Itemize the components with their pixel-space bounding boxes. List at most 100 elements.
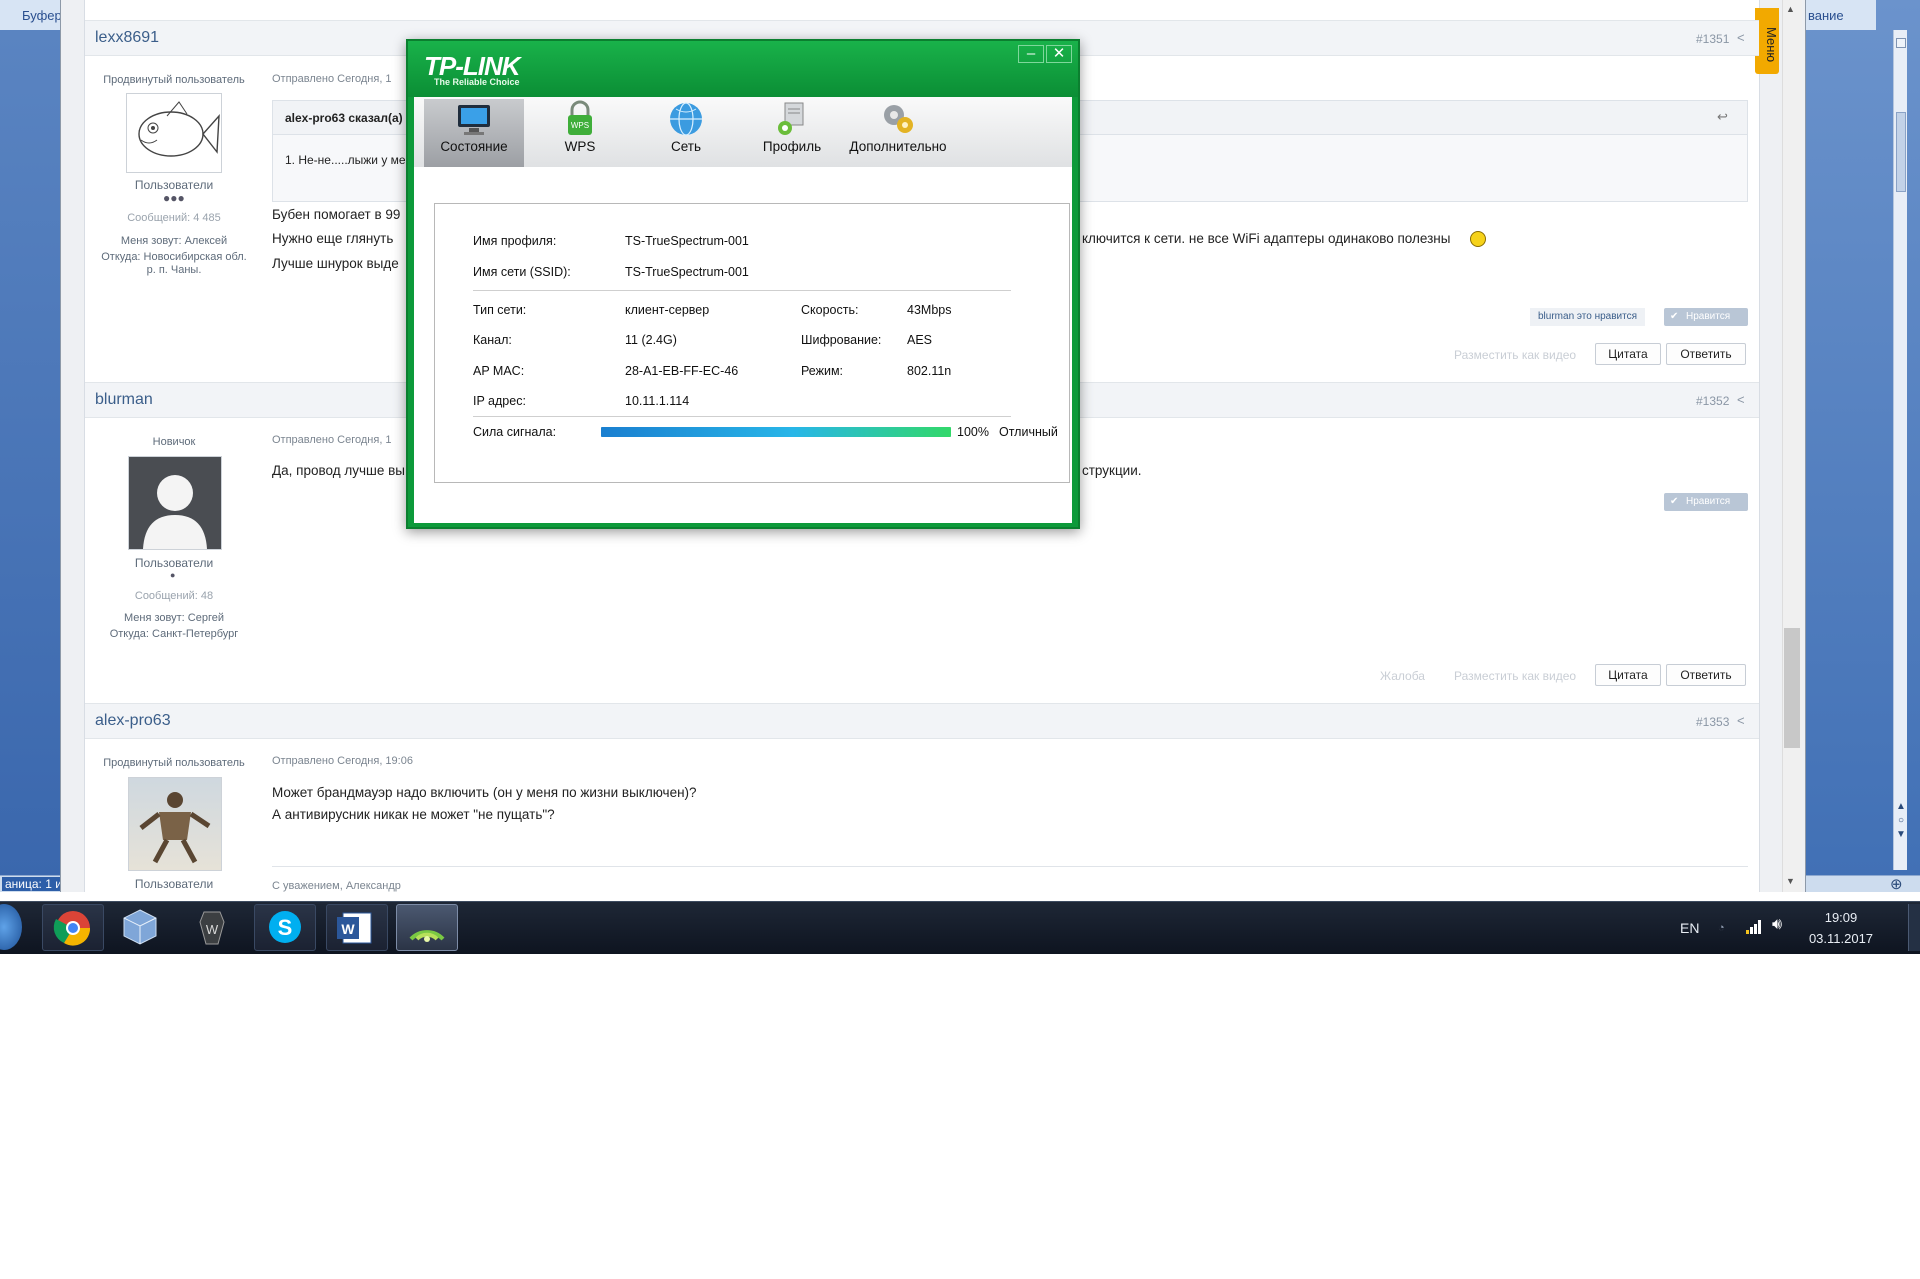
avatar[interactable] [128,456,222,550]
user-title: Продвинутый пользователь [103,74,245,86]
taskbar-virtualbox[interactable] [110,904,172,951]
user-title: Продвинутый пользователь [103,757,245,769]
browser-scrollbar[interactable] [1782,0,1802,892]
user-location: Откуда: Санкт-Петербург [109,628,239,640]
ap-mac-label: AP MAC: [473,364,525,378]
svg-text:W: W [341,921,355,937]
speed-label: Скорость: [801,303,859,317]
post-number[interactable]: #1352 [1696,394,1729,408]
rank-dots: ●●● [163,191,185,205]
tab-advanced-label: Дополнительно [849,139,947,154]
tplink-utility-window: TP-LINK The Reliable Choice – ✕ Состояни… [406,39,1080,529]
user-name-field: Меня зовут: Алексей [120,235,228,247]
like-button-label: Нравится [1686,311,1731,322]
post-date[interactable]: Отправлено Сегодня, 1 [272,73,392,85]
tplink-tagline: The Reliable Choice [434,77,520,87]
ruler-toggle-icon[interactable] [1896,38,1906,48]
user-group: Пользователи [134,877,214,891]
language-indicator[interactable]: EN [1680,920,1699,936]
ssid-value: TS-TrueSpectrum-001 [625,265,749,279]
share-video-link[interactable]: Разместить как видео [1454,348,1576,362]
tab-profile[interactable]: Профиль [742,99,842,167]
clock-date[interactable]: 03.11.2017 [1806,931,1876,946]
svg-text:W: W [206,922,219,937]
post-text-line: Лучше шнурок выде [272,256,399,271]
show-desktop-button[interactable] [1908,904,1920,951]
channel-label: Канал: [473,333,512,347]
share-icon[interactable]: < [1737,30,1745,45]
tab-status[interactable]: Состояние [424,99,524,167]
word-ribbon-label-left[interactable]: Буфер [0,0,62,30]
ip-value: 10.11.1.114 [625,394,690,408]
share-icon[interactable]: < [1737,713,1745,728]
mode-value: 802.11n [907,364,952,378]
minimize-button[interactable]: – [1018,45,1044,63]
reply-button[interactable]: Ответить [1666,343,1746,365]
quote-button[interactable]: Цитата [1595,343,1661,365]
tab-wps[interactable]: WPS WPS [530,99,630,167]
post-text-line: А антивирусник никак не может "не пущать… [272,807,555,822]
scroll-down-arrow-icon[interactable]: ▼ [1786,876,1795,886]
post-text-line: Да, провод лучше вы [272,463,405,478]
wifi-signal-icon[interactable] [1746,918,1764,934]
avatar[interactable] [126,93,222,173]
zoom-in-icon[interactable]: ⊕ [1890,875,1903,893]
tray-expand-icon[interactable]: ◔ [1718,922,1725,934]
tab-network[interactable]: Сеть [636,99,736,167]
profile-icon [778,102,804,135]
post-username[interactable]: alex-pro63 [95,712,171,730]
taskbar-tplink-utility[interactable] [396,904,458,951]
fish-sketch-icon [138,101,220,157]
user-group: Пользователи [134,178,214,192]
word-ribbon-label-right[interactable]: вание [1806,0,1876,30]
channel-value: 11 (2.4G) [625,333,677,347]
tab-status-label: Состояние [440,139,508,154]
avatar[interactable] [128,777,222,871]
taskbar-word[interactable]: W [326,904,388,951]
share-icon[interactable]: < [1737,392,1745,407]
post-text-line: Может брандмауэр надо включить (он у мен… [272,785,697,800]
post-username[interactable]: lexx8691 [95,29,159,47]
browser-scroll-thumb[interactable] [1784,628,1800,748]
separator [473,416,1011,417]
complaint-link[interactable]: Жалоба [1380,669,1425,683]
tab-wps-label: WPS [564,139,596,154]
quote-text: 1. Не-не.....лыжи у ме [285,153,406,167]
tab-network-label: Сеть [670,139,702,154]
scroll-up-arrow-icon[interactable]: ▲ [1786,4,1795,14]
encryption-value: AES [907,333,933,347]
word-icon: W [337,912,372,944]
user-message-count: Сообщений: 4 485 [127,212,221,224]
browse-object-icons[interactable]: ▲ ○ ▼ [1896,800,1906,860]
encryption-label: Шифрование: [801,333,882,347]
post-username[interactable]: blurman [95,391,153,409]
volume-icon[interactable]: 🔊︎ [1772,916,1782,934]
network-type-value: клиент-сервер [625,303,710,317]
user-title: Новичок [152,436,196,448]
quote-button[interactable]: Цитата [1595,664,1661,686]
signal-bar-fill [601,427,951,437]
clock-time[interactable]: 19:09 [1806,910,1876,925]
like-button[interactable]: ✔ Нравится [1664,493,1748,511]
quote-jump-icon[interactable]: ↩ [1717,109,1728,125]
post-text-line: струкции. [1082,463,1142,478]
post-number[interactable]: #1351 [1696,32,1729,46]
tab-advanced[interactable]: Дополнительно [848,99,948,167]
like-button-label: Нравится [1686,496,1731,507]
taskbar-world-of-tanks[interactable]: W [182,904,244,951]
post-date[interactable]: Отправлено Сегодня, 19:06 [272,755,413,767]
svg-text:WPS: WPS [571,121,589,130]
likes-summary[interactable]: blurman это нравится [1530,308,1646,326]
quote-author[interactable]: alex-pro63 сказал(а) [285,111,403,125]
taskbar-chrome[interactable] [42,904,104,951]
close-button[interactable]: ✕ [1046,45,1072,63]
user-location: Откуда: Новосибирская обл. р. п. Чаны. [101,251,247,276]
like-button[interactable]: ✔ Нравится [1664,308,1748,326]
post-date[interactable]: Отправлено Сегодня, 1 [272,434,392,446]
word-left-margin [0,0,60,880]
word-scroll-thumb[interactable] [1896,112,1906,192]
share-video-link[interactable]: Разместить как видео [1454,669,1576,683]
post-number[interactable]: #1353 [1696,715,1729,729]
taskbar-skype[interactable]: S [254,904,316,951]
reply-button[interactable]: Ответить [1666,664,1746,686]
